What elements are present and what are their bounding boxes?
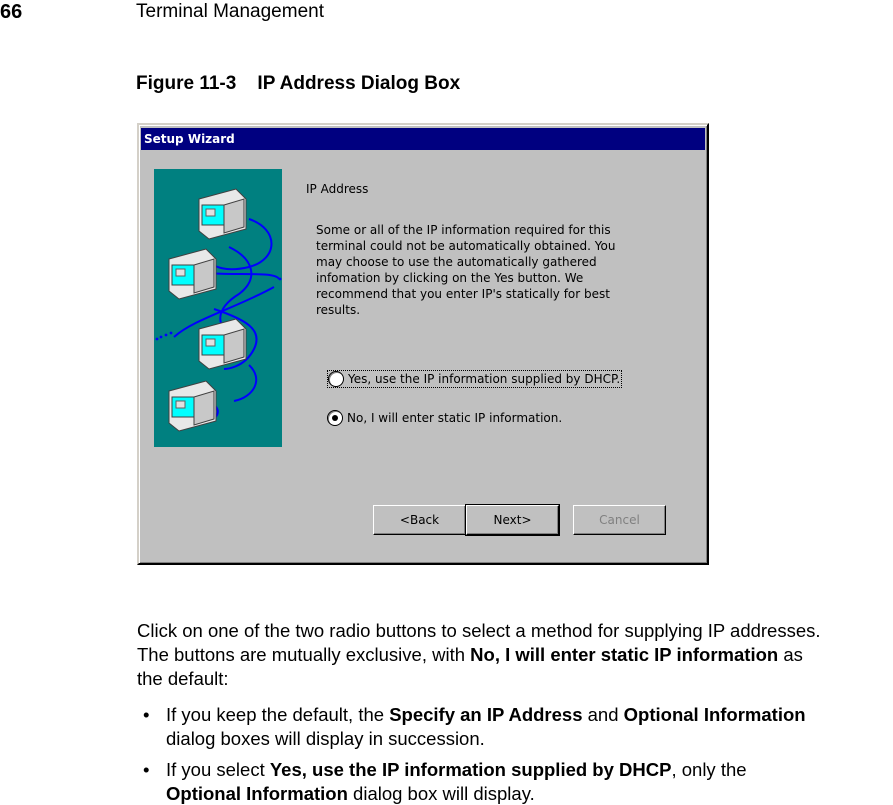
bullet-bold-term: Specify an IP Address bbox=[389, 704, 583, 725]
bullet-text: , only the bbox=[671, 759, 747, 780]
network-graphic bbox=[154, 169, 282, 447]
dialog-heading: IP Address bbox=[306, 182, 369, 196]
para-text: The buttons are mutually exclusive, with bbox=[137, 644, 471, 665]
figure-caption: Figure 11-3 IP Address Dialog Box bbox=[136, 73, 461, 94]
para-text: as bbox=[778, 644, 803, 665]
dialog-body-text: Some or all of the IP information requir… bbox=[316, 222, 636, 318]
bullet-line: If you select Yes, use the IP informatio… bbox=[166, 758, 893, 782]
bullet-bold-term: Optional Information bbox=[623, 704, 806, 725]
bullet-marker: • bbox=[143, 759, 150, 780]
para-line-2: The buttons are mutually exclusive, with… bbox=[137, 643, 893, 667]
computer-icon bbox=[198, 188, 247, 240]
page-number: 66 bbox=[0, 1, 23, 23]
radio-no-indicator[interactable] bbox=[327, 410, 343, 426]
bullet-bold-term: Yes, use the IP information supplied by … bbox=[269, 759, 672, 780]
body-line: may choose to use the automatically gath… bbox=[316, 255, 597, 269]
radio-yes-indicator[interactable] bbox=[328, 371, 344, 387]
setup-wizard-dialog: Setup Wizard IP Address Some or all of t… bbox=[137, 123, 709, 565]
network-illustration bbox=[155, 188, 282, 432]
bullet-item-2: If you select Yes, use the IP informatio… bbox=[166, 758, 893, 805]
body-paragraph: Click on one of the two radio buttons to… bbox=[137, 619, 893, 691]
body-line: recommend that you enter IP's statically… bbox=[316, 287, 610, 301]
body-line: Some or all of the IP information requir… bbox=[316, 223, 611, 237]
body-line: results. bbox=[316, 303, 361, 317]
radio-no-label: No, I will enter static IP information. bbox=[347, 411, 563, 425]
para-line-1: Click on one of the two radio buttons to… bbox=[137, 620, 821, 641]
bullet-item-1: If you keep the default, the Specify an … bbox=[166, 703, 893, 751]
body-line: infomation by clicking on the Yes button… bbox=[316, 271, 584, 285]
para-line-3: the default: bbox=[137, 668, 229, 689]
bullet-text: If you select bbox=[166, 759, 270, 780]
bullet-line: Optional Information dialog box will dis… bbox=[166, 782, 893, 805]
next-button[interactable]: Next> bbox=[465, 504, 560, 536]
bullet-text: dialog box will display. bbox=[347, 783, 535, 804]
radio-yes-dhcp[interactable]: Yes, use the IP information supplied by … bbox=[327, 370, 623, 388]
computer-icon bbox=[168, 380, 217, 432]
computer-icon bbox=[168, 248, 217, 300]
bullet-bold-term: Optional Information bbox=[166, 783, 348, 804]
bullet-marker: • bbox=[143, 704, 150, 725]
dialog-title-bar: Setup Wizard bbox=[141, 128, 705, 150]
radio-yes-label: Yes, use the IP information supplied by … bbox=[348, 372, 621, 386]
bullet-line: dialog boxes will display in succession. bbox=[166, 728, 485, 749]
bullet-line: If you keep the default, the Specify an … bbox=[166, 703, 893, 727]
radio-no-static[interactable]: No, I will enter static IP information. bbox=[327, 410, 562, 426]
bullet-text: If you keep the default, the bbox=[166, 704, 390, 725]
running-head: Terminal Management bbox=[136, 1, 324, 22]
back-button[interactable]: <Back bbox=[373, 505, 466, 535]
body-line: terminal could not be automatically obta… bbox=[316, 239, 616, 253]
cancel-button[interactable]: Cancel bbox=[573, 505, 666, 535]
computer-icon bbox=[198, 318, 247, 370]
para-bold-option: No, I will enter static IP information bbox=[470, 644, 779, 665]
bullet-text: and bbox=[582, 704, 624, 725]
